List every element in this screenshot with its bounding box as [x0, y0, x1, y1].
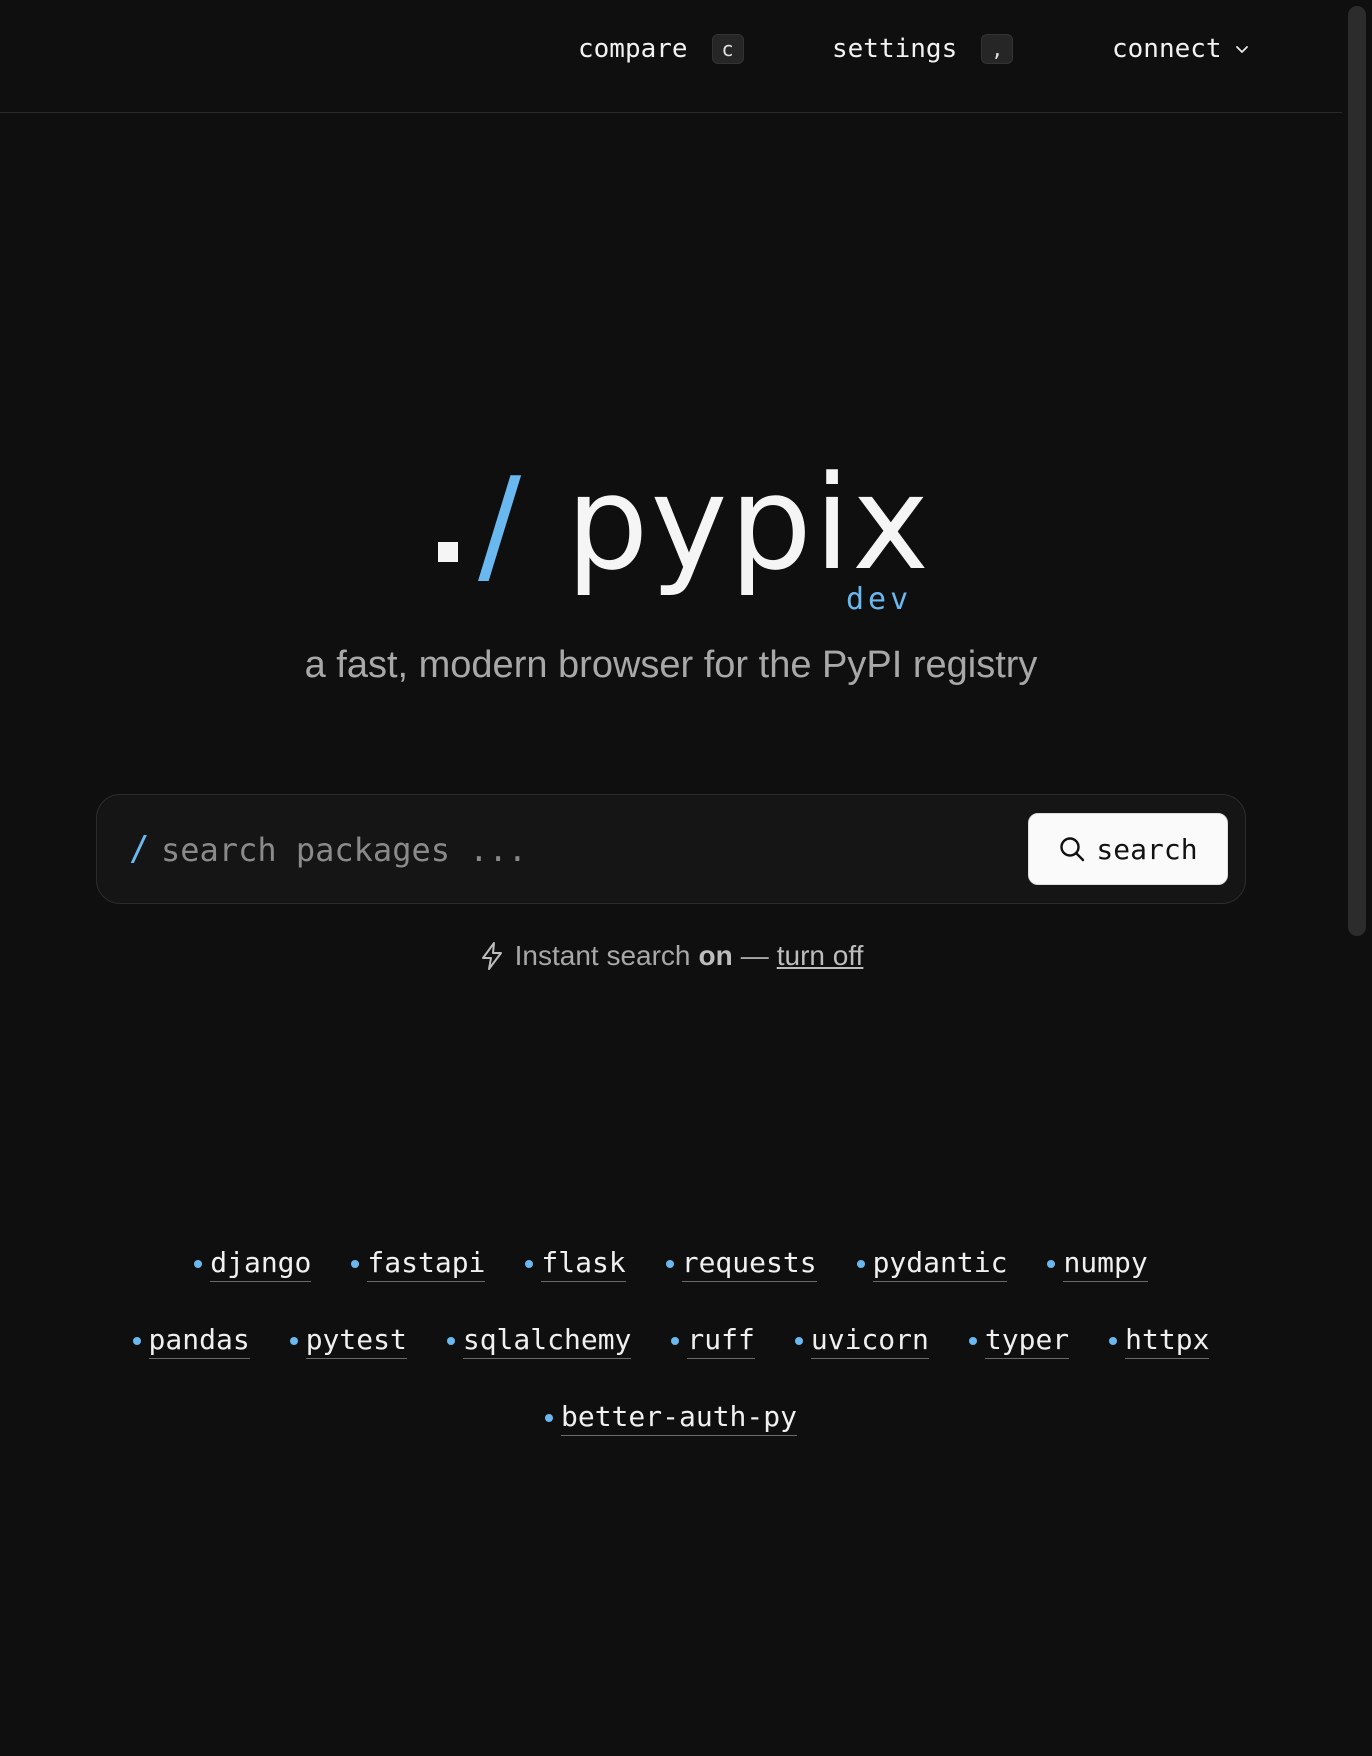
logo-wordmark: pypix	[566, 447, 932, 599]
logo-slash: /	[478, 451, 522, 600]
package-links-row-2: pandas pytest sqlalchemy ruff uvicorn ty…	[0, 1323, 1342, 1359]
chevron-down-icon	[1235, 46, 1248, 53]
package-name: sqlalchemy	[462, 1323, 632, 1359]
tagline: a fast, modern browser for the PyPI regi…	[304, 644, 1038, 686]
package-name: ruff	[687, 1323, 755, 1359]
nav-connect-label: connect	[1112, 34, 1222, 64]
package-name: pytest	[305, 1323, 407, 1359]
package-name: requests	[681, 1246, 817, 1282]
page: compare c settings , connect / pypix dev…	[0, 0, 1372, 1756]
package-link[interactable]: ruff	[671, 1323, 755, 1359]
package-link[interactable]: better-auth-py	[544, 1400, 797, 1436]
bullet-dot	[351, 1260, 360, 1268]
package-link[interactable]: pytest	[289, 1323, 407, 1359]
package-link[interactable]: numpy	[1047, 1246, 1148, 1282]
search-icon	[1060, 837, 1085, 862]
package-name: fastapi	[367, 1246, 486, 1282]
package-link[interactable]: uvicorn	[794, 1323, 929, 1359]
bullet-dot	[794, 1337, 803, 1345]
logo: / pypix dev	[430, 440, 930, 620]
instant-search-dash: —	[740, 940, 769, 971]
search-prefix-slash: /	[129, 829, 150, 869]
package-name: django	[210, 1246, 312, 1282]
logo-dot	[438, 542, 458, 562]
package-name: httpx	[1125, 1323, 1210, 1359]
package-name: typer	[984, 1323, 1070, 1359]
search-button-label: search	[1096, 832, 1198, 866]
package-name: flask	[541, 1246, 626, 1282]
package-links-row-1: django fastapi flask requests pydantic n…	[0, 1246, 1342, 1282]
logo-dev-tag: dev	[846, 582, 913, 617]
search-input[interactable]	[161, 821, 961, 879]
package-link[interactable]: httpx	[1109, 1323, 1210, 1359]
bullet-dot	[446, 1337, 455, 1345]
bullet-dot	[856, 1260, 865, 1268]
instant-search-status: Instant search on — turn off	[0, 940, 1342, 972]
package-name: pandas	[148, 1323, 250, 1359]
settings-shortcut-key: ,	[981, 34, 1014, 64]
package-name: pydantic	[872, 1246, 1008, 1282]
nav-compare[interactable]: compare c	[578, 34, 744, 64]
turn-off-link[interactable]: turn off	[777, 940, 864, 972]
package-link[interactable]: sqlalchemy	[446, 1323, 632, 1359]
package-link[interactable]: flask	[525, 1246, 626, 1282]
package-link[interactable]: fastapi	[351, 1246, 486, 1282]
bullet-dot	[968, 1337, 977, 1345]
nav-settings[interactable]: settings ,	[832, 34, 1014, 64]
compare-shortcut-key: c	[711, 34, 744, 64]
package-name: uvicorn	[810, 1323, 929, 1359]
package-link[interactable]: typer	[968, 1323, 1070, 1359]
bullet-dot	[1109, 1337, 1118, 1345]
bullet-dot	[289, 1337, 298, 1345]
bullet-dot	[525, 1260, 534, 1268]
lightning-icon	[481, 942, 502, 970]
top-nav-bar: compare c settings , connect	[0, 0, 1342, 113]
bullet-dot	[194, 1260, 203, 1268]
instant-search-text: Instant search	[514, 940, 691, 971]
bullet-dot	[671, 1337, 680, 1345]
package-link[interactable]: django	[194, 1246, 312, 1282]
bullet-dot	[1047, 1260, 1056, 1268]
package-link[interactable]: requests	[665, 1246, 817, 1282]
package-links-row-3: better-auth-py	[0, 1400, 1342, 1436]
package-name: better-auth-py	[560, 1400, 797, 1436]
nav-settings-label: settings	[832, 34, 958, 64]
bullet-dot	[132, 1337, 141, 1345]
scrollbar-thumb[interactable]	[1348, 6, 1366, 936]
search-button[interactable]: search	[1028, 813, 1228, 885]
package-link[interactable]: pydantic	[856, 1246, 1008, 1282]
nav-compare-label: compare	[578, 34, 688, 64]
nav-connect-dropdown[interactable]: connect	[1112, 34, 1250, 64]
search-bar: / search	[96, 794, 1246, 904]
bullet-dot	[544, 1414, 553, 1422]
package-link[interactable]: pandas	[132, 1323, 250, 1359]
bullet-dot	[665, 1260, 674, 1268]
package-name: numpy	[1063, 1246, 1148, 1282]
instant-search-state: on	[698, 940, 733, 971]
